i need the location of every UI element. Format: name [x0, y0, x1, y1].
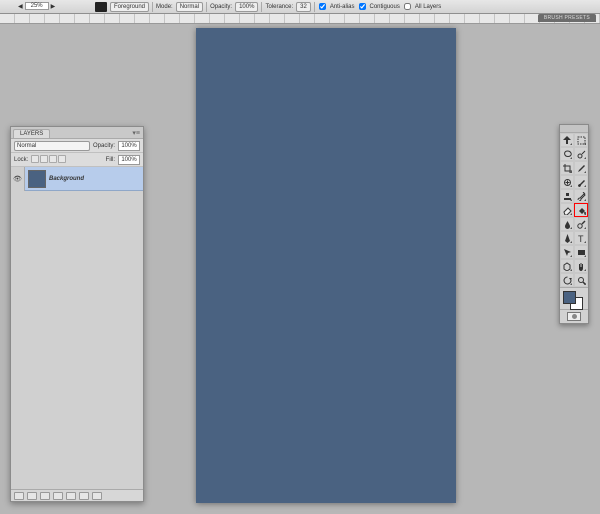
- move-tool[interactable]: [560, 133, 574, 147]
- layer-mask-button[interactable]: [40, 492, 50, 500]
- lock-label: Lock:: [14, 157, 28, 163]
- paint-bucket-icon: [95, 2, 107, 12]
- tolerance-field[interactable]: 32: [296, 2, 311, 12]
- toolbox: T: [559, 124, 589, 324]
- clone-stamp-tool[interactable]: [560, 189, 574, 203]
- adjustment-layer-button[interactable]: [53, 492, 63, 500]
- fill-field[interactable]: 100%: [118, 155, 140, 165]
- layer-group-button[interactable]: [66, 492, 76, 500]
- layers-panel: LAYERS ▾≡ Normal Opacity: 100% Lock: Fil…: [10, 126, 144, 502]
- opacity-field[interactable]: 100%: [235, 2, 258, 12]
- path-select-tool[interactable]: [560, 245, 574, 259]
- layer-style-button[interactable]: [27, 492, 37, 500]
- shape-tool[interactable]: [574, 245, 588, 259]
- tolerance-label: Tolerance:: [265, 4, 293, 10]
- brush-presets-tab[interactable]: BRUSH PRESETS: [538, 14, 596, 22]
- quick-select-tool[interactable]: [574, 147, 588, 161]
- svg-text:T: T: [578, 234, 584, 243]
- document-canvas[interactable]: [196, 28, 456, 503]
- all-layers-label: All Layers: [415, 4, 441, 10]
- fill-source-select[interactable]: Foreground: [110, 2, 149, 12]
- zoom-field[interactable]: 25%: [25, 2, 49, 10]
- blend-mode-select[interactable]: Normal: [14, 141, 90, 151]
- pen-tool[interactable]: [560, 231, 574, 245]
- 3d-tool[interactable]: [560, 259, 574, 273]
- toolbox-grip[interactable]: [560, 125, 588, 133]
- lock-buttons[interactable]: [31, 155, 67, 165]
- quick-mask-toggle[interactable]: [560, 309, 588, 323]
- layers-tab[interactable]: LAYERS: [13, 129, 50, 138]
- opacity-label: Opacity:: [210, 4, 232, 10]
- options-bar: ◀ 25% ▶ Foreground Mode: Normal Opacity:…: [0, 0, 600, 14]
- layers-opacity-field[interactable]: 100%: [118, 141, 140, 151]
- anti-alias-label: Anti-alias: [330, 4, 355, 10]
- foreground-color-swatch[interactable]: [563, 291, 576, 304]
- brush-tool[interactable]: [574, 175, 588, 189]
- paint-bucket-tool[interactable]: [574, 203, 588, 217]
- layers-opacity-label: Opacity:: [93, 143, 115, 149]
- mode-select[interactable]: Normal: [176, 2, 203, 12]
- layers-blend-row: Normal Opacity: 100%: [11, 139, 143, 153]
- eraser-tool[interactable]: [560, 203, 574, 217]
- type-tool[interactable]: T: [574, 231, 588, 245]
- contiguous-label: Contiguous: [370, 4, 400, 10]
- mode-label: Mode:: [156, 4, 173, 10]
- rotate-view-tool[interactable]: [560, 273, 574, 287]
- link-layers-button[interactable]: [14, 492, 24, 500]
- visibility-toggle[interactable]: [11, 167, 25, 191]
- layer-list: Background: [11, 167, 143, 489]
- delete-layer-button[interactable]: [92, 492, 102, 500]
- zoom-prev-icon[interactable]: ◀: [18, 3, 23, 10]
- zoom-tool[interactable]: [574, 273, 588, 287]
- contiguous-checkbox[interactable]: [359, 3, 366, 10]
- horizontal-ruler: [0, 14, 600, 24]
- zoom-next-icon[interactable]: ▶: [51, 3, 56, 10]
- history-brush-tool[interactable]: [574, 189, 588, 203]
- layers-footer: [11, 489, 143, 501]
- new-layer-button[interactable]: [79, 492, 89, 500]
- fill-label: Fill:: [106, 157, 115, 163]
- dodge-tool[interactable]: [574, 217, 588, 231]
- all-layers-checkbox[interactable]: [404, 3, 411, 10]
- marquee-tool[interactable]: [574, 133, 588, 147]
- lasso-tool[interactable]: [560, 147, 574, 161]
- healing-brush-tool[interactable]: [560, 175, 574, 189]
- crop-tool[interactable]: [560, 161, 574, 175]
- panel-menu-icon[interactable]: ▾≡: [132, 129, 140, 137]
- eyedropper-tool[interactable]: [574, 161, 588, 175]
- color-swatch[interactable]: [560, 287, 588, 309]
- layer-name[interactable]: Background: [49, 176, 84, 182]
- zoom-control: ◀ 25% ▶: [18, 2, 55, 10]
- hand-tool[interactable]: [574, 259, 588, 273]
- layers-tabbar: LAYERS ▾≡: [11, 127, 143, 139]
- layers-lock-row: Lock: Fill: 100%: [11, 153, 143, 167]
- blur-tool[interactable]: [560, 217, 574, 231]
- anti-alias-checkbox[interactable]: [319, 3, 326, 10]
- layer-item[interactable]: Background: [11, 167, 143, 191]
- layer-thumbnail: [28, 170, 46, 188]
